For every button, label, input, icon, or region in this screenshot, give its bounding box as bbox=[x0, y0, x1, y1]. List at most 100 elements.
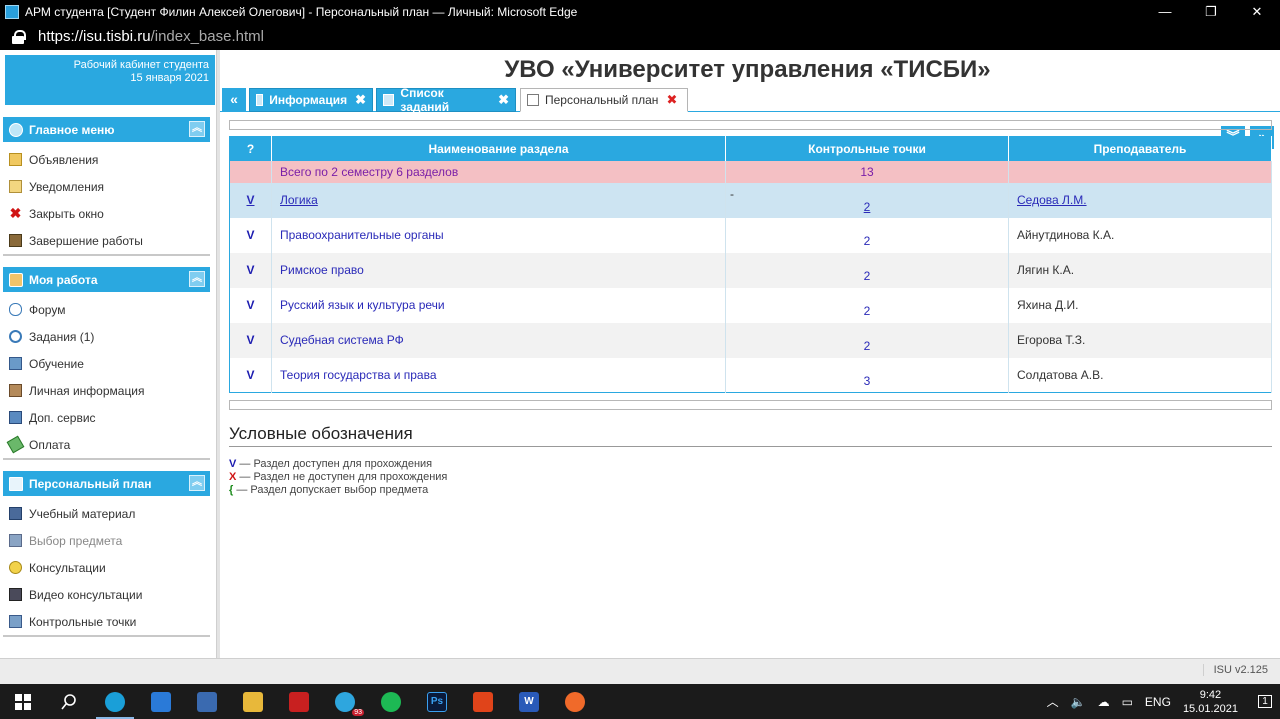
table-row: V Русский язык и культура речи 2 Яхина Д… bbox=[229, 287, 1272, 323]
checkpoint-icon bbox=[9, 615, 22, 628]
address-bar[interactable]: https://isu.tisbi.ru/index_base.html bbox=[0, 23, 1280, 50]
tab-close-icon[interactable]: ✖ bbox=[666, 92, 677, 108]
menu-item-tasks[interactable]: Задания (1) bbox=[3, 323, 210, 350]
clock-icon bbox=[9, 330, 22, 343]
menu-head-work[interactable]: Моя работа ︽ bbox=[3, 267, 210, 292]
taskbar-photoshop[interactable]: Ps bbox=[414, 684, 460, 719]
row-teacher[interactable]: Седова Л.М. bbox=[1017, 193, 1087, 207]
taskbar-edge[interactable] bbox=[92, 684, 138, 719]
menu-item-study-material[interactable]: Учебный материал bbox=[3, 500, 210, 527]
menu-head-plan[interactable]: Персональный план ︽ bbox=[3, 471, 210, 496]
menu-item-checkpoints[interactable]: Контрольные точки bbox=[3, 608, 210, 635]
url-text[interactable]: https://isu.tisbi.ru/index_base.html bbox=[38, 28, 264, 45]
menu-item-forum[interactable]: Форум bbox=[3, 296, 210, 323]
window-titlebar: АРМ студента [Студент Филин Алексей Олег… bbox=[0, 0, 1280, 23]
person-icon bbox=[9, 272, 23, 287]
lock-icon[interactable] bbox=[12, 29, 26, 44]
row-teacher: Айнутдинова К.А. bbox=[1008, 217, 1272, 253]
menu-item-notifications[interactable]: Уведомления bbox=[3, 173, 210, 200]
notification-center-icon[interactable]: 1 bbox=[1250, 684, 1280, 719]
header-checkpoints[interactable]: Контрольные точки bbox=[725, 136, 1009, 161]
taskbar-office[interactable] bbox=[460, 684, 506, 719]
tab-information[interactable]: Информация ✖ bbox=[249, 88, 373, 112]
app-orange-icon bbox=[565, 691, 585, 712]
menu-list-work: Форум Задания (1) Обучение Личная информ… bbox=[3, 296, 210, 460]
network-icon[interactable]: ▭ bbox=[1122, 695, 1133, 709]
exit-icon bbox=[9, 234, 22, 247]
menu-item-subject-choice: Выбор предмета bbox=[3, 527, 210, 554]
taskbar-explorer[interactable] bbox=[230, 684, 276, 719]
menu-item-close-window[interactable]: ✖ Закрыть окно bbox=[3, 200, 210, 227]
weather-icon[interactable]: ☁ bbox=[1098, 695, 1110, 709]
version-label: ISU v2.125 bbox=[1202, 664, 1268, 676]
tab-task-list[interactable]: Список заданий ✖ bbox=[376, 86, 516, 114]
camera-icon bbox=[9, 588, 22, 601]
menu-list-main: Объявления Уведомления ✖ Закрыть окно Зав… bbox=[3, 146, 210, 256]
tabs-scroll-left-button[interactable]: « bbox=[222, 88, 246, 111]
menu-item-payment[interactable]: Оплата bbox=[3, 431, 210, 458]
row-checkpoints: 3 bbox=[725, 357, 1009, 393]
summary-label: Всего по 2 семестру 6 разделов bbox=[271, 160, 726, 183]
legend-title: Условные обозначения bbox=[229, 424, 1272, 447]
taskbar-app[interactable] bbox=[552, 684, 598, 719]
tab-personal-plan[interactable]: Персональный план ✖ bbox=[520, 88, 688, 112]
table-row: V Правоохранительные органы 2 Айнутдинов… bbox=[229, 217, 1272, 253]
tab-content: ? Наименование раздела Контрольные точки… bbox=[220, 112, 1280, 658]
clock[interactable]: 9:42 15.01.2021 bbox=[1183, 688, 1238, 716]
taskbar-store[interactable] bbox=[184, 684, 230, 719]
collapse-icon[interactable]: ︽ bbox=[189, 475, 205, 491]
page: Рабочий кабинет студента 15 января 2021 … bbox=[0, 50, 1280, 684]
table-row: V Римское право 2 Лягин К.А. bbox=[229, 252, 1272, 288]
menu-item-video-consultations[interactable]: Видео консультации bbox=[3, 581, 210, 608]
clock-time: 9:42 bbox=[1199, 688, 1222, 701]
volume-icon[interactable]: 🔈 bbox=[1071, 695, 1086, 709]
language-indicator[interactable]: ENG bbox=[1145, 695, 1171, 709]
row-teacher: Солдатова А.В. bbox=[1008, 357, 1272, 393]
windows-icon bbox=[15, 693, 31, 710]
bulb-icon bbox=[9, 561, 22, 574]
header-mark[interactable]: ? bbox=[229, 136, 272, 161]
search-button[interactable] bbox=[46, 684, 92, 719]
tab-close-icon[interactable]: ✖ bbox=[355, 92, 366, 108]
row-checkpoints[interactable]: 2 bbox=[864, 200, 871, 214]
taskbar-acrobat[interactable] bbox=[276, 684, 322, 719]
table-row[interactable]: V Логика - 2 Седова Л.М. bbox=[229, 182, 1272, 218]
collapse-icon[interactable]: ︽ bbox=[189, 271, 205, 287]
telegram-icon bbox=[335, 691, 355, 712]
money-icon bbox=[6, 435, 25, 454]
tab-close-icon[interactable]: ✖ bbox=[498, 92, 509, 108]
menu-head-main[interactable]: Главное меню ︽ bbox=[3, 117, 210, 142]
cabinet-title: Рабочий кабинет студента bbox=[73, 59, 209, 71]
header-teacher[interactable]: Преподаватель bbox=[1008, 136, 1272, 161]
start-button[interactable] bbox=[0, 684, 46, 719]
chevron-up-icon[interactable]: ︿ bbox=[1047, 693, 1059, 710]
taskbar-telegram[interactable]: 93 bbox=[322, 684, 368, 719]
row-section-name[interactable]: Логика bbox=[280, 193, 318, 207]
close-window-button[interactable]: ✕ bbox=[1234, 0, 1280, 23]
menu-item-personal-info[interactable]: Личная информация bbox=[3, 377, 210, 404]
taskbar-spotify[interactable] bbox=[368, 684, 414, 719]
collapse-icon[interactable]: ︽ bbox=[189, 121, 205, 137]
legend-item-unavailable: X — Раздел не доступен для прохождения bbox=[229, 471, 448, 483]
menu-item-announcements[interactable]: Объявления bbox=[3, 146, 210, 173]
row-checkpoints: 2 bbox=[725, 217, 1009, 253]
menu-item-learning[interactable]: Обучение bbox=[3, 350, 210, 377]
menu-item-consultations[interactable]: Консультации bbox=[3, 554, 210, 581]
taskbar: 93 Ps W ︿ 🔈 ☁ ▭ ENG 9:42 15.01.2021 1 bbox=[0, 684, 1280, 719]
cabinet-header: Рабочий кабинет студента 15 января 2021 bbox=[5, 55, 215, 105]
row-mark: V bbox=[229, 217, 272, 253]
header-section[interactable]: Наименование раздела bbox=[271, 136, 726, 161]
taskbar-word[interactable]: W bbox=[506, 684, 552, 719]
maximize-button[interactable]: ❐ bbox=[1188, 0, 1234, 23]
taskbar-mail[interactable] bbox=[138, 684, 184, 719]
row-note: - bbox=[730, 186, 734, 201]
minimize-button[interactable]: — bbox=[1142, 0, 1188, 23]
selection-icon bbox=[9, 534, 22, 547]
page-title: УВО «Университет управления «ТИСБИ» bbox=[504, 56, 991, 83]
menu-head-plan-label: Персональный план bbox=[29, 476, 152, 491]
notification-count: 1 bbox=[1258, 695, 1272, 708]
menu-item-exit[interactable]: Завершение работы bbox=[3, 227, 210, 254]
menu-item-extra-service[interactable]: Доп. сервис bbox=[3, 404, 210, 431]
row-mark[interactable]: V bbox=[246, 193, 254, 207]
document-icon bbox=[527, 94, 539, 106]
